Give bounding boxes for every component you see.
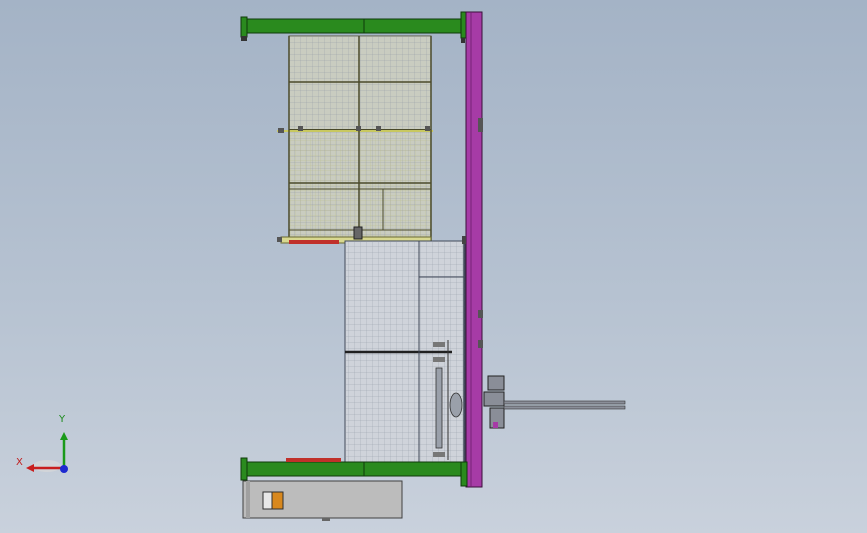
coordinate-triad-icon	[26, 432, 68, 473]
vertical-column	[465, 11, 483, 488]
horizontal-arm-actuator	[483, 375, 626, 429]
cad-model-drawing[interactable]	[0, 0, 867, 533]
lower-mesh-panel	[344, 236, 466, 463]
electrical-cabinet	[242, 480, 403, 521]
x-axis-label: X	[16, 457, 23, 468]
upper-mesh-panel	[277, 35, 433, 244]
y-axis-label: Y	[59, 414, 66, 425]
cad-graphics-viewport[interactable]: Y X	[0, 0, 867, 533]
